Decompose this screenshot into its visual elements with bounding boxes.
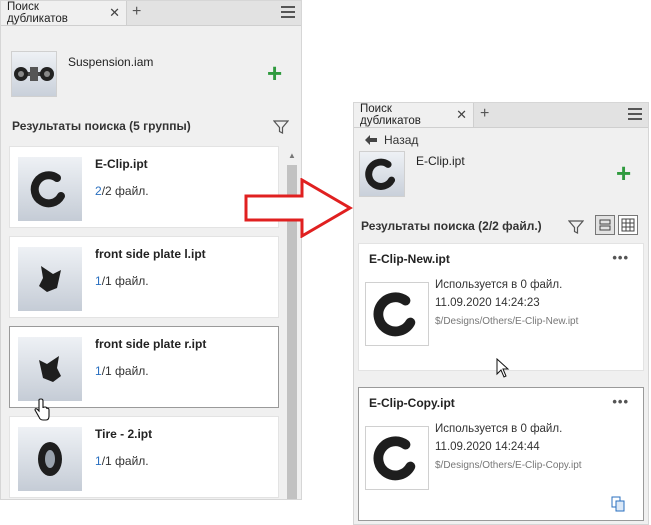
copy-file-icon[interactable] [611, 496, 625, 512]
hand-cursor-icon [34, 398, 50, 421]
arrow-left-icon [365, 135, 377, 145]
filter-icon[interactable] [568, 219, 584, 235]
group-name: E-Clip.ipt [95, 157, 148, 171]
duplicate-search-panel-left: Поиск дубликатов ✕ + Suspension.iam + Ре… [0, 0, 302, 500]
back-button[interactable]: Назад [364, 133, 418, 147]
results-title: Результаты поиска (2/2 файл.) [361, 219, 542, 233]
tire-thumbnail [18, 427, 82, 491]
used-in-text: Используется в 0 файл. [435, 279, 563, 291]
add-green-icon[interactable]: + [616, 160, 631, 186]
tab-bar: Поиск дубликатов ✕ + [1, 1, 301, 26]
tab-label: Поиск дубликатов [360, 103, 421, 127]
date-text: 11.09.2020 14:24:44 [435, 441, 540, 453]
tab-close-icon[interactable]: ✕ [109, 5, 120, 21]
pointer-cursor-icon [496, 358, 510, 378]
e-clip-new-thumbnail [365, 282, 429, 346]
more-options-icon[interactable]: ••• [612, 250, 629, 265]
group-card-front-side-plate-l[interactable]: front side plate l.ipt 1/1 файл. [9, 236, 279, 318]
back-label: Назад [384, 133, 419, 147]
path-text: $/Designs/Others/E-Clip-New.ipt [435, 316, 579, 327]
group-name: front side plate l.ipt [95, 247, 206, 261]
e-clip-thumbnail [18, 157, 82, 221]
used-in-text: Используется в 0 файл. [435, 423, 563, 435]
duplicate-search-panel-right: Поиск дубликатов ✕ + Назад E-Clip.ipt + … [353, 102, 649, 525]
results-title: Результаты поиска (5 группы) [12, 119, 191, 133]
add-green-icon[interactable]: + [267, 60, 282, 86]
tab-label: Поиск дубликатов [7, 1, 68, 25]
hamburger-menu-icon[interactable] [628, 108, 642, 123]
group-count: 1/1 файл. [95, 274, 149, 288]
group-count: 1/1 файл. [95, 364, 149, 378]
source-e-clip-thumbnail [359, 151, 405, 197]
group-name: front side plate r.ipt [95, 337, 207, 351]
card-view-toggle[interactable] [595, 215, 615, 235]
result-item-e-clip-new[interactable]: E-Clip-New.ipt ••• Используется в 0 файл… [358, 243, 644, 371]
hamburger-menu-icon[interactable] [281, 6, 295, 21]
transition-arrow-icon [244, 178, 353, 238]
tab-bar: Поиск дубликатов ✕ + [354, 103, 648, 128]
tab-duplicate-search[interactable]: Поиск дубликатов ✕ [1, 1, 127, 25]
path-text: $/Designs/Others/E-Clip-Copy.ipt [435, 460, 582, 471]
e-clip-copy-thumbnail [365, 426, 429, 490]
group-card-front-side-plate-r[interactable]: front side plate r.ipt 1/1 файл. [9, 326, 279, 408]
assembly-thumbnail [11, 51, 57, 97]
scroll-up-icon[interactable]: ▲ [288, 151, 296, 160]
tab-duplicate-search[interactable]: Поиск дубликатов ✕ [354, 103, 474, 127]
result-name: E-Clip-Copy.ipt [369, 396, 455, 410]
result-item-e-clip-copy[interactable]: E-Clip-Copy.ipt ••• Используется в 0 фай… [358, 387, 644, 521]
add-tab-icon[interactable]: + [132, 4, 141, 20]
group-count: 2/2 файл. [95, 184, 149, 198]
more-options-icon[interactable]: ••• [612, 394, 629, 409]
filter-icon[interactable] [273, 119, 289, 135]
group-card-e-clip[interactable]: E-Clip.ipt 2/2 файл. [9, 146, 279, 228]
group-count: 1/1 файл. [95, 454, 149, 468]
source-file-name: Suspension.iam [68, 55, 154, 69]
result-name: E-Clip-New.ipt [369, 252, 450, 266]
group-name: Tire - 2.ipt [95, 427, 153, 441]
table-view-toggle[interactable] [618, 215, 638, 235]
tab-close-icon[interactable]: ✕ [456, 107, 467, 123]
plate-r-thumbnail [18, 337, 82, 401]
group-card-tire[interactable]: Tire - 2.ipt 1/1 файл. [9, 416, 279, 498]
source-file-name: E-Clip.ipt [416, 154, 465, 168]
date-text: 11.09.2020 14:24:23 [435, 297, 540, 309]
plate-l-thumbnail [18, 247, 82, 311]
add-tab-icon[interactable]: + [480, 106, 489, 122]
